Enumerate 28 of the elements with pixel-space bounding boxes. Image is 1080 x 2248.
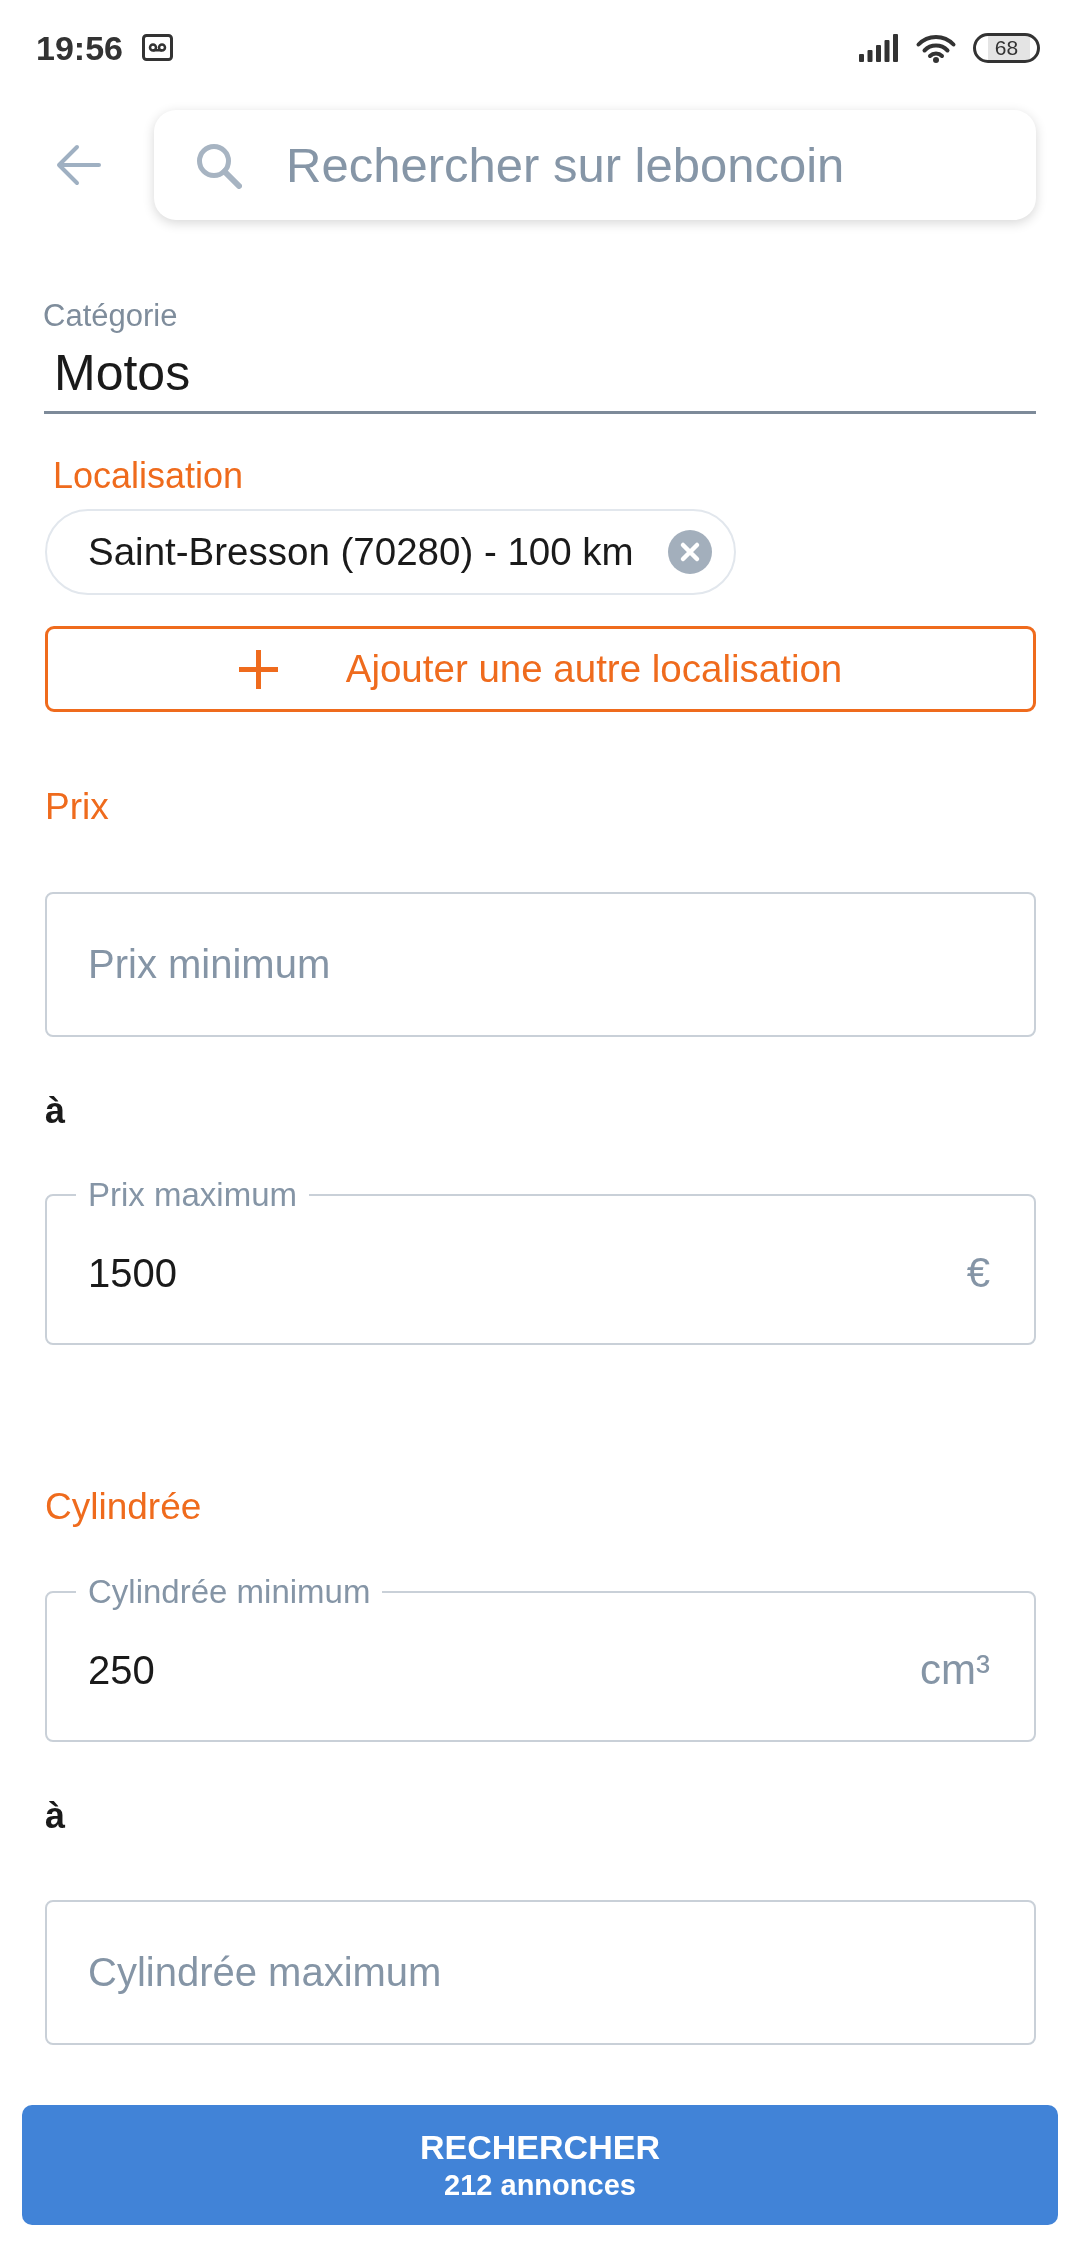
signal-icon: [859, 33, 899, 62]
field-value[interactable]: 250: [88, 1647, 155, 1693]
section-heading: Localisation: [53, 454, 244, 498]
unit-label: cm³: [920, 1645, 990, 1695]
wifi-icon: [915, 32, 957, 63]
input-field[interactable]: Cylindrée maximum: [45, 1900, 1036, 2045]
section-heading: Cylindrée: [45, 1485, 202, 1529]
location-chip[interactable]: Saint-Bresson (70280) - 100 km: [45, 509, 736, 595]
search-button[interactable]: RECHERCHER 212 annonces: [22, 2105, 1058, 2225]
search-input[interactable]: Rechercher sur leboncoin: [286, 137, 1006, 193]
input-field[interactable]: Prix minimum: [45, 892, 1036, 1037]
field-value[interactable]: 1500: [88, 1250, 177, 1296]
status-time: 19:56: [36, 27, 123, 68]
field-label: Cylindrée minimum: [87, 1575, 372, 1609]
field-label: Catégorie: [43, 298, 178, 334]
unit-label: €: [966, 1248, 990, 1298]
section-heading: Prix: [45, 785, 109, 829]
range-separator: à: [45, 1090, 66, 1132]
field-label: Prix maximum: [87, 1178, 298, 1212]
battery-indicator: 68: [973, 32, 1040, 63]
category-field[interactable]: Motos: [44, 344, 1036, 414]
range-separator: à: [45, 1795, 66, 1837]
cassette-icon: [141, 34, 173, 61]
plus-icon: [238, 649, 278, 689]
search-icon: [195, 141, 242, 189]
search-bar[interactable]: Rechercher sur leboncoin: [154, 110, 1036, 220]
clear-icon[interactable]: [667, 530, 712, 574]
back-arrow-icon[interactable]: [55, 144, 101, 186]
